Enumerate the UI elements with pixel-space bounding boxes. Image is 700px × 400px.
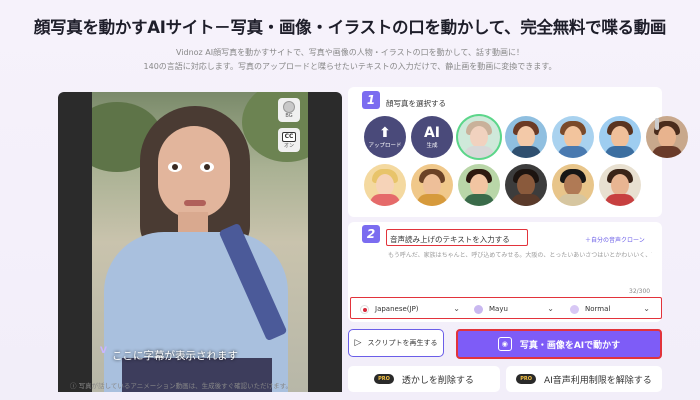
pro-badge: PRO [516,374,536,384]
step2-number: 2 [362,225,380,243]
voice-avatar-icon [474,304,483,314]
speed-value: Normal [585,305,611,313]
subtitle-line-2: 140の言語に対応します。写真のアップロードと喋らせたいテキストの入力だけで、静… [143,62,557,71]
avatar-option[interactable] [458,164,500,206]
avatar-option[interactable] [411,164,453,206]
remove-limit-label: AI音声利用制限を解除する [543,375,652,386]
avatar-option[interactable] [552,116,594,158]
japan-flag-icon [360,304,369,314]
play-script-button[interactable]: ▷ スクリプトを再生する [348,329,444,357]
page-title: 顔写真を動かすAIサイト－写真・画像・イラストの口を動かして、完全無料で喋る動画 [33,18,667,37]
avatar-option[interactable] [505,164,547,206]
voice-clone-link[interactable]: ＋自分の音声クローン [585,235,645,244]
avatar-option[interactable] [364,164,406,206]
background-toggle-button[interactable]: BG [278,98,300,122]
step2-label: 音声読み上げのテキストを入力する [390,235,510,244]
ai-icon: AI [423,125,441,141]
upload-icon: ⬆ [379,125,391,141]
preview-photo [92,92,308,392]
speed-icon [570,304,579,314]
language-value: Japanese(JP) [375,305,419,313]
voice-value: Mayu [489,305,508,313]
avatar-option[interactable] [599,164,641,206]
vidnoz-logo: V [100,346,107,356]
ai-generate-button[interactable]: AI 生成 [411,116,453,158]
subtitle-caption: ここに字幕が表示されます [112,350,238,362]
pro-badge: PRO [374,374,394,384]
caption-toggle-button[interactable]: CC オン [278,128,300,152]
cc-icon: CC [282,131,296,142]
script-text-input[interactable]: もう呼んだ、家族はちゃんと、呼び込めてみせる。大阪の、とったいあいさつはいとかわ… [388,250,652,259]
preview-footnote: ⓘ 写真が話しているアニメーション動画は、生成後すぐ確認いただけます。 [70,382,292,390]
chevron-down-icon: ⌄ [643,304,650,313]
character-counter: 32/300 [629,288,651,295]
upload-label: アップロード [368,143,402,149]
generate-video-button[interactable]: ◉ 写真・画像をAIで動かす [456,329,662,359]
avatar-option[interactable] [458,116,500,158]
chevron-down-icon: ⌄ [453,304,460,313]
avatar-scrollbar[interactable] [655,118,659,130]
remove-watermark-button[interactable]: PRO 透かしを削除する [348,366,500,392]
background-button-label: BG [285,113,293,119]
subtitle-line-1: Vidnoz AI顔写真を動かすサイトで、写真や画像の人物・イラストの口を動かし… [175,48,524,57]
speed-select[interactable]: Normal ⌄ [570,301,650,317]
avatar-option[interactable] [552,164,594,206]
play-icon: ▷ [354,338,362,348]
background-icon [283,101,295,113]
chevron-down-icon: ⌄ [547,304,554,313]
caption-button-label: オン [283,142,294,149]
step1-label: 顔写真を選択する [386,99,446,108]
avatar-option[interactable] [646,116,688,158]
language-select[interactable]: Japanese(JP) ⌄ [360,301,460,317]
page-subtitle: Vidnoz AI顔写真を動かすサイトで、写真や画像の人物・イラストの口を動かし… [0,46,700,74]
remove-watermark-label: 透かしを削除する [401,375,474,386]
ai-generate-label: 生成 [426,143,438,149]
play-script-label: スクリプトを再生する [367,339,438,347]
step1-number: 1 [362,91,380,109]
remove-limit-button[interactable]: PRO AI音声利用制限を解除する [506,366,662,392]
voice-select[interactable]: Mayu ⌄ [474,301,554,317]
generate-video-label: 写真・画像をAIで動かす [519,340,621,351]
upload-photo-button[interactable]: ⬆ アップロード [364,116,406,158]
avatar-option[interactable] [599,116,641,158]
avatar-option[interactable] [505,116,547,158]
face-scan-icon: ◉ [497,337,512,351]
